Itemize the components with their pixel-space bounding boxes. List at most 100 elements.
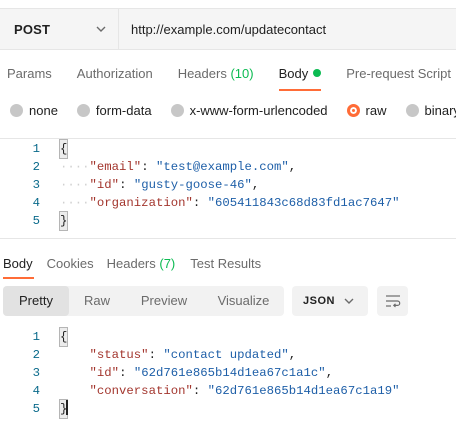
json-key: "conversation" [89, 384, 193, 398]
format-label: JSON [303, 295, 335, 307]
code-text: { [58, 139, 69, 159]
code-line: 2 ····"email": "test@example.com", [0, 158, 456, 176]
response-tab-body[interactable]: Body [0, 252, 41, 279]
tab-params-label: Params [7, 66, 52, 81]
code-text: { [58, 327, 69, 347]
body-type-raw[interactable]: raw [346, 102, 387, 118]
code-line: 3 ····"id": "gusty-goose-46", [0, 176, 456, 194]
line-number: 3 [32, 366, 40, 380]
response-tab-headers-label: Headers [106, 256, 156, 271]
body-type-urlencoded-label: x-www-form-urlencoded [189, 102, 328, 118]
line-number: 1 [32, 142, 40, 156]
line-number: 4 [32, 384, 40, 398]
json-key: "status" [89, 348, 149, 362]
code-line: 1 { [0, 327, 456, 347]
radio-none[interactable] [10, 103, 23, 117]
url-input[interactable] [119, 9, 456, 49]
open-brace: { [58, 327, 69, 347]
body-type-raw-label: raw [365, 102, 387, 118]
line-number: 4 [32, 196, 40, 210]
json-key: "organization" [89, 196, 193, 210]
code-line: 4 ····"organization": "605411843c68d83fd… [0, 194, 456, 212]
response-tab-body-label: Body [3, 256, 33, 271]
json-key: "email" [89, 160, 142, 174]
json-value: "62d761e865b14d1ea67c1a19" [207, 384, 400, 398]
request-body-editor[interactable]: 1 { 2 ····"email": "test@example.com", 3… [0, 138, 456, 239]
format-select[interactable]: JSON [292, 286, 368, 316]
headers-count: (10) [230, 66, 254, 81]
code-line: 2 "status": "contact updated", [0, 346, 456, 364]
body-type-none[interactable]: none [10, 103, 58, 118]
open-brace: { [58, 139, 69, 159]
json-key: "id" [89, 178, 120, 192]
tab-authorization-label: Authorization [76, 66, 153, 81]
line-number: 1 [32, 330, 40, 344]
tab-authorization[interactable]: Authorization [70, 58, 161, 90]
method-select[interactable]: POST [0, 9, 119, 49]
body-type-urlencoded[interactable]: x-www-form-urlencoded [170, 102, 328, 118]
json-key: "id" [89, 366, 120, 380]
view-mode-segmented: Pretty Raw Preview Visualize [3, 286, 284, 316]
tab-headers[interactable]: Headers (10) [171, 58, 262, 90]
line-number: 5 [32, 402, 40, 416]
view-mode-visualize[interactable]: Visualize [203, 286, 284, 316]
response-tab-headers[interactable]: Headers (7) [104, 252, 184, 278]
chevron-down-icon [96, 26, 106, 32]
radio-form-data[interactable] [76, 103, 90, 117]
response-tab-cookies[interactable]: Cookies [44, 252, 102, 278]
tab-pre-request-script[interactable]: Pre-request Script [339, 58, 456, 90]
json-trail: , [288, 160, 297, 174]
json-value: "605411843c68d83fd1ac7647" [207, 196, 400, 210]
view-mode-pretty[interactable]: Pretty [3, 286, 69, 316]
json-trail: , [251, 178, 260, 192]
radio-urlencoded[interactable] [170, 103, 184, 117]
radio-raw[interactable] [346, 103, 360, 117]
request-tabs: Params Authorization Headers (10) Body P… [0, 58, 456, 91]
line-number: 3 [32, 178, 40, 192]
close-brace: } [58, 211, 69, 231]
code-text: "conversation": "62d761e865b14d1ea67c1a1… [89, 384, 400, 398]
tab-headers-label: Headers [177, 66, 227, 81]
wrap-lines-button[interactable] [377, 286, 408, 316]
code-line: 4 "conversation": "62d761e865b14d1ea67c1… [0, 382, 456, 400]
body-modified-dot [313, 69, 322, 77]
code-text: } [58, 399, 69, 419]
view-mode-raw[interactable]: Raw [69, 286, 125, 316]
response-headers-count: (7) [159, 256, 176, 271]
wrap-lines-icon [385, 295, 400, 308]
response-body-viewer[interactable]: 1 { 2 "status": "contact updated", 3 "id… [0, 326, 456, 419]
view-mode-preview[interactable]: Preview [125, 286, 203, 316]
json-value: "gusty-goose-46" [133, 178, 252, 192]
code-text: "status": "contact updated", [89, 348, 297, 362]
code-line: 5 } [0, 399, 456, 419]
tab-body[interactable]: Body [272, 58, 330, 91]
json-value: "62d761e865b14d1ea67c1a1c" [133, 366, 326, 380]
response-tab-test-results-label: Test Results [190, 256, 262, 271]
code-text: } [58, 211, 69, 231]
code-line: 5 } [0, 211, 456, 231]
radio-binary[interactable] [405, 103, 419, 117]
body-type-form-data[interactable]: form-data [76, 103, 152, 118]
json-trail: , [325, 366, 334, 380]
code-line: 1 { [0, 139, 456, 159]
json-trail: , [288, 348, 297, 362]
body-type-binary-label: binary [424, 102, 456, 118]
request-url-bar: POST [0, 8, 456, 50]
body-type-options: none form-data x-www-form-urlencoded raw… [0, 98, 456, 122]
chevron-down-icon [344, 298, 354, 304]
tab-params[interactable]: Params [0, 58, 60, 90]
line-number: 2 [32, 160, 40, 174]
method-label: POST [14, 21, 51, 37]
line-number: 2 [32, 348, 40, 362]
body-type-none-label: none [29, 102, 58, 118]
tab-body-label: Body [278, 66, 309, 81]
body-type-binary[interactable]: binary [405, 102, 456, 118]
response-tab-test-results[interactable]: Test Results [187, 252, 269, 278]
line-number: 5 [32, 214, 40, 228]
code-text: "id": "62d761e865b14d1ea67c1a1c", [89, 366, 334, 380]
json-value: "contact updated" [163, 348, 289, 362]
tab-pre-request-script-label: Pre-request Script [346, 66, 451, 81]
code-text: ····"email": "test@example.com", [60, 160, 297, 174]
text-cursor [66, 400, 69, 415]
response-tabs: Body Cookies Headers (7) Test Results [0, 252, 456, 279]
